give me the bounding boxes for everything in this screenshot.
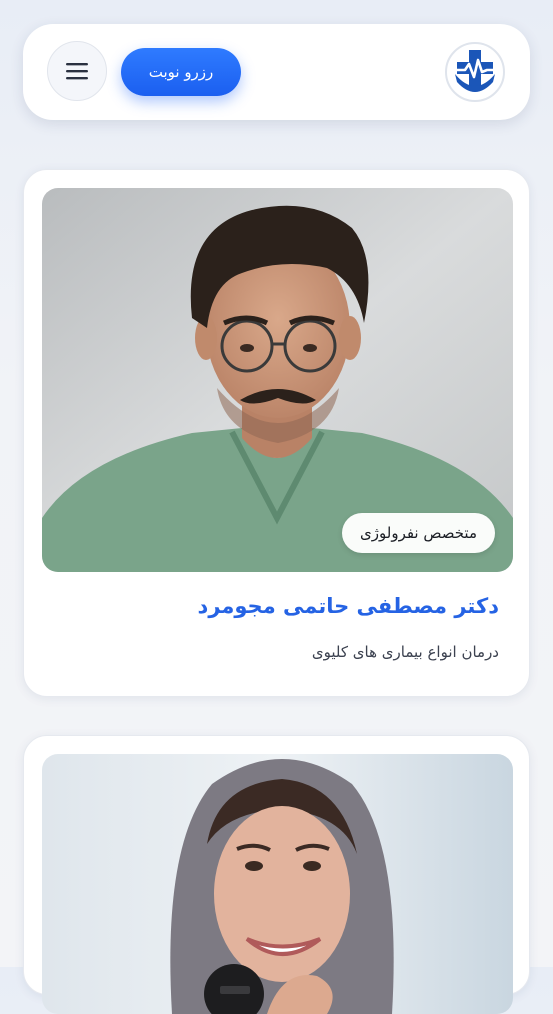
clinic-logo[interactable] [445, 42, 505, 102]
book-appointment-button[interactable]: رزرو نوبت [121, 48, 241, 96]
doctor-card[interactable] [23, 735, 530, 1014]
doctor-photo: متخصص نفرولوژی [42, 188, 513, 572]
doctor-description: درمان انواع بیماری های کلیوی [311, 643, 499, 661]
doctor-photo [42, 754, 513, 1014]
doctor-name[interactable]: دکتر مصطفی حاتمی مجومرد [198, 594, 499, 618]
doctor-card[interactable]: متخصص نفرولوژی دکتر مصطفی حاتمی مجومرد د… [23, 169, 530, 697]
specialty-badge: متخصص نفرولوژی [342, 513, 495, 553]
medical-cross-heartbeat-logo [448, 45, 502, 99]
site-header: رزرو نوبت [23, 24, 530, 120]
menu-button[interactable] [47, 41, 107, 101]
hamburger-menu-icon [66, 63, 88, 80]
